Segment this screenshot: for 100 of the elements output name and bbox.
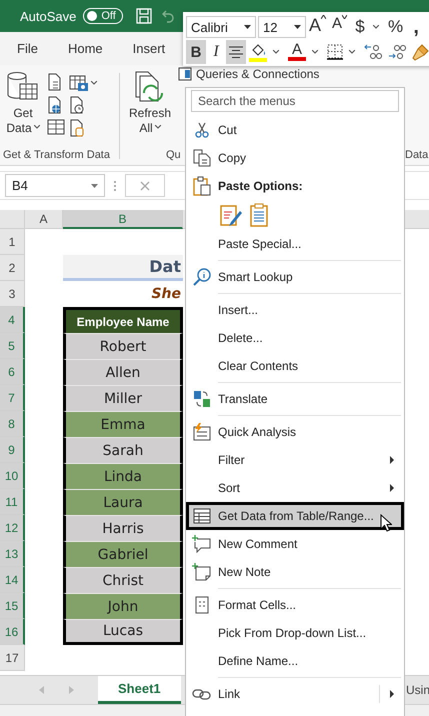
paste-values-button[interactable]	[250, 203, 268, 227]
ribbon-tab[interactable]: Insert	[132, 32, 166, 65]
menu-item[interactable]: New Note	[186, 558, 404, 586]
clipboard-brush-icon	[220, 203, 242, 227]
ribbon-tab[interactable]: Home	[68, 32, 103, 65]
menu-item[interactable]: Define Name...	[186, 647, 404, 675]
table-cell: Robert	[63, 333, 183, 359]
menu-item[interactable]: Copy	[186, 144, 404, 172]
row-header[interactable]: 13	[0, 541, 25, 567]
row-header[interactable]: 4	[0, 307, 25, 333]
format-button[interactable]: %	[385, 15, 406, 39]
increase-decimal-icon	[364, 44, 382, 60]
clock-document-icon	[69, 96, 85, 114]
save-icon[interactable]	[136, 8, 152, 24]
grow-font-button[interactable]: A	[306, 15, 330, 39]
row-header[interactable]: 8	[0, 411, 25, 437]
table-cell: Gabriel	[63, 541, 183, 567]
table-cell: Sarah	[63, 437, 183, 463]
caret-icon	[91, 184, 98, 188]
menu-item[interactable]: Cut	[186, 116, 404, 144]
menu-item[interactable]: Paste Special...	[186, 230, 404, 258]
refresh-all-button[interactable]: Refresh All	[126, 71, 174, 145]
ribbon-tab[interactable]: File	[17, 32, 38, 65]
link-icon	[192, 687, 212, 701]
sheet-tab[interactable]: Sheet1	[98, 676, 181, 704]
menu-item[interactable]: Format Cells...	[186, 591, 404, 619]
web-document-icon	[47, 96, 63, 114]
format-button[interactable]: $	[350, 15, 370, 39]
font-color-button[interactable]: A	[285, 40, 309, 64]
menu-item[interactable]: Get Data from Table/Range...	[186, 502, 404, 530]
format-button[interactable]: ,	[406, 15, 426, 39]
close-icon	[140, 180, 150, 190]
menu-item[interactable]: Filter	[186, 446, 404, 474]
sheet-subtitle: She	[150, 285, 182, 304]
table-cell: Linda	[63, 463, 183, 489]
menu-item[interactable]: Sort	[186, 474, 404, 502]
row-header[interactable]: 2	[0, 255, 25, 281]
table-cell: Emma	[63, 411, 183, 437]
row-header[interactable]: 12	[0, 515, 25, 541]
menu-item[interactable]: New Comment	[186, 530, 404, 558]
caret-icon[interactable]	[349, 50, 355, 54]
column-header[interactable]: B	[63, 210, 183, 229]
paste-formatting-button[interactable]	[220, 203, 242, 227]
format-button[interactable]: B	[186, 40, 206, 64]
autosave-label: AutoSave	[20, 8, 76, 24]
menu-item[interactable]: Smart Lookup	[186, 263, 404, 291]
clipboard-icon	[250, 203, 268, 227]
menu-item[interactable]: Delete...	[186, 324, 404, 352]
color-bar-icon	[288, 57, 306, 61]
table-header: Employee Name	[63, 307, 183, 333]
autosave-toggle[interactable]: Off	[83, 8, 123, 24]
row-header[interactable]: 6	[0, 359, 25, 385]
font-size-field[interactable]: 12	[258, 16, 306, 38]
row-header[interactable]: 5	[0, 333, 25, 359]
paint-bucket-icon	[249, 42, 267, 62]
menu-item[interactable]: Translate	[186, 385, 404, 413]
caret-icon[interactable]	[312, 50, 318, 54]
row-header[interactable]: 17	[0, 645, 25, 671]
menu-item[interactable]: Insert...	[186, 296, 404, 324]
row-header[interactable]: 11	[0, 489, 25, 515]
quick-analysis-icon	[193, 423, 211, 441]
group-label: Get & Transform Data	[3, 148, 111, 163]
row-header[interactable]: 7	[0, 385, 25, 411]
queries-connections-button[interactable]: Queries & Connections	[178, 67, 320, 81]
caret-icon	[294, 25, 301, 29]
menu-item[interactable]: Pick From Drop-down List...	[186, 619, 404, 647]
name-box[interactable]: B4	[5, 174, 105, 197]
down-caret-icon	[342, 15, 348, 19]
format-button[interactable]: I	[206, 40, 226, 64]
sheet-title: Dat	[63, 255, 183, 281]
translate-icon	[193, 390, 211, 408]
row-header[interactable]: 1	[0, 229, 25, 255]
center-align-icon	[229, 46, 243, 58]
cursor-icon	[380, 514, 392, 532]
menu-section-header: Paste Options:	[186, 172, 404, 200]
row-header[interactable]: 10	[0, 463, 25, 489]
menu-item[interactable]: Clear Contents	[186, 352, 404, 380]
row-header[interactable]: 3	[0, 281, 25, 307]
search-field[interactable]: Search the menus	[191, 90, 399, 112]
group-label: Qu	[166, 148, 181, 163]
row-header[interactable]: 14	[0, 567, 25, 593]
shrink-font-button[interactable]: A	[329, 15, 350, 39]
caret-icon[interactable]	[373, 25, 380, 29]
up-caret-icon	[321, 15, 326, 19]
menu-item[interactable]: Link	[186, 680, 404, 708]
comment-icon	[192, 535, 212, 553]
row-header[interactable]: 15	[0, 593, 25, 619]
group-label: Data	[405, 148, 428, 163]
row-header[interactable]: 16	[0, 619, 25, 645]
center-align-button[interactable]	[226, 40, 246, 64]
row-header[interactable]: 9	[0, 437, 25, 463]
caret-icon[interactable]	[273, 50, 279, 54]
get-data-button[interactable]: Get Data	[3, 71, 43, 145]
note-icon	[192, 563, 212, 581]
caret-icon	[34, 125, 40, 129]
scissors-icon	[195, 122, 209, 138]
column-header[interactable]: A	[25, 210, 63, 229]
caret-icon	[244, 25, 251, 29]
font-name-field[interactable]: Calibri	[186, 16, 256, 38]
menu-item[interactable]: Quick Analysis	[186, 418, 404, 446]
